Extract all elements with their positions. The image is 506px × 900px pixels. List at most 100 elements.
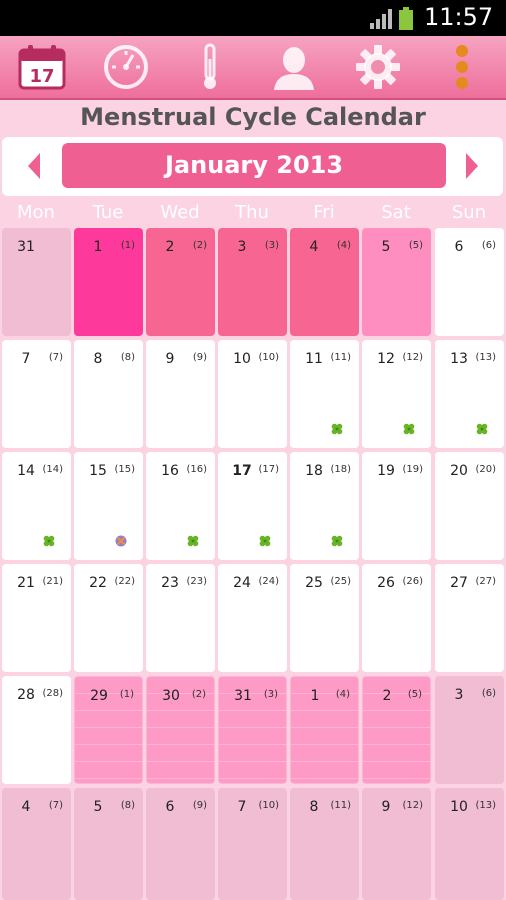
calendar-day-cell[interactable]: 26 (26) (362, 564, 431, 672)
calendar-day-cell[interactable]: 18 (18) (290, 452, 359, 560)
calendar-day-cell[interactable]: 31 (2, 228, 71, 336)
calendar-day-cell[interactable]: 2 (2) (146, 228, 215, 336)
weekday-label: Wed (160, 202, 200, 223)
calendar-day-cell[interactable]: 15 (15) (74, 452, 143, 560)
cycle-day: (25) (330, 576, 351, 587)
cycle-day: (14) (42, 464, 63, 475)
calendar-day-cell[interactable]: 8 (11) (290, 788, 359, 900)
status-time: 11:57 (424, 3, 494, 31)
calendar-day-cell[interactable]: 5 (8) (74, 788, 143, 900)
cycle-day: (21) (42, 576, 63, 587)
calendar-day-cell[interactable]: 1 (4) (290, 676, 359, 784)
cycle-day: (12) (402, 800, 423, 811)
toolbar: 17 (0, 36, 506, 100)
calendar-grid: 31 1 (1) 2 (2) 3 (3) 4 (4) 5 (5) 6 (6) 7 (7) 8 (8) 9 (9) 10… (0, 226, 506, 900)
settings-button[interactable] (336, 36, 420, 98)
cycle-day: (4) (336, 240, 351, 251)
page-title: Menstrual Cycle Calendar (80, 103, 426, 131)
calendar-day-cell[interactable]: 8 (8) (74, 340, 143, 448)
calendar-day-cell[interactable]: 16 (16) (146, 452, 215, 560)
calendar-day-cell[interactable]: 9 (12) (362, 788, 431, 900)
calendar-day-cell[interactable]: 21 (21) (2, 564, 71, 672)
weekday-header: Mon Tue Wed Thu Fri Sat Sun (0, 200, 506, 226)
cycle-day: (19) (402, 464, 423, 475)
calendar-day-cell[interactable]: 27 (27) (435, 564, 504, 672)
day-number: 3 (454, 687, 464, 703)
calendar-icon-day: 17 (29, 66, 54, 87)
cycle-day: (2) (191, 689, 206, 700)
next-month-icon[interactable] (462, 151, 482, 181)
calendar-day-cell[interactable]: 6 (9) (146, 788, 215, 900)
calendar-day-cell[interactable]: 28 (28) (2, 676, 71, 784)
calendar-day-cell[interactable]: 30 (2) (146, 676, 215, 784)
cycle-day: (5) (408, 240, 423, 251)
cycle-day: (11) (330, 800, 351, 811)
cycle-day: (24) (258, 576, 279, 587)
stopwatch-icon (104, 45, 148, 89)
profile-button[interactable] (252, 36, 336, 98)
cycle-day: (13) (475, 352, 496, 363)
calendar-day-cell[interactable]: 14 (14) (2, 452, 71, 560)
calendar-day-cell[interactable]: 31 (3) (218, 676, 287, 784)
cycle-day: (1) (119, 689, 134, 700)
cycle-day: (3) (263, 689, 278, 700)
calendar-day-cell[interactable]: 17 (17) (218, 452, 287, 560)
prev-month-icon[interactable] (24, 151, 44, 181)
day-number: 5 (381, 239, 391, 255)
calendar-day-cell[interactable]: 1 (1) (74, 228, 143, 336)
cycle-day: (10) (258, 352, 279, 363)
calendar-day-cell[interactable]: 29 (1) (74, 676, 143, 784)
calendar-day-cell[interactable]: 4 (7) (2, 788, 71, 900)
day-number: 1 (310, 688, 320, 704)
month-label[interactable]: January 2013 (62, 143, 446, 188)
overflow-menu-button[interactable] (420, 36, 504, 98)
cycle-day: (27) (475, 576, 496, 587)
weekday-label: Tue (92, 202, 124, 223)
cycle-day: (2) (192, 240, 207, 251)
calendar-day-cell[interactable]: 6 (6) (435, 228, 504, 336)
signal-icon (370, 9, 392, 29)
cycle-day: (10) (258, 800, 279, 811)
calendar-day-cell[interactable]: 20 (20) (435, 452, 504, 560)
calendar-day-cell[interactable]: 7 (7) (2, 340, 71, 448)
calendar-day-cell[interactable]: 22 (22) (74, 564, 143, 672)
day-number: 9 (165, 351, 175, 367)
cycle-day: (15) (114, 464, 135, 475)
calendar-day-cell[interactable]: 4 (4) (290, 228, 359, 336)
fertile-clover-icon (259, 532, 271, 547)
thermometer-button[interactable] (168, 36, 252, 98)
calendar-day-cell[interactable]: 3 (3) (218, 228, 287, 336)
calendar-day-cell[interactable]: 25 (25) (290, 564, 359, 672)
cycle-day: (12) (402, 352, 423, 363)
calendar-day-cell[interactable]: 23 (23) (146, 564, 215, 672)
calendar-day-cell[interactable]: 24 (24) (218, 564, 287, 672)
calendar-day-cell[interactable]: 10 (13) (435, 788, 504, 900)
calendar-day-cell[interactable]: 3 (6) (435, 676, 504, 784)
calendar-day-cell[interactable]: 11 (11) (290, 340, 359, 448)
calendar-day-cell[interactable]: 5 (5) (362, 228, 431, 336)
calendar-day-cell[interactable]: 13 (13) (435, 340, 504, 448)
cycle-day: (6) (481, 688, 496, 699)
calendar-day-cell[interactable]: 7 (10) (218, 788, 287, 900)
calendar-day-cell[interactable]: 19 (19) (362, 452, 431, 560)
day-number: 29 (90, 688, 108, 704)
cycle-day: (26) (402, 576, 423, 587)
cycle-day: (13) (475, 800, 496, 811)
cycle-day: (8) (120, 800, 135, 811)
month-selector: January 2013 (2, 137, 503, 196)
thermometer-icon (204, 43, 216, 89)
weekday-label: Sat (381, 202, 411, 223)
calendar-day-cell[interactable]: 9 (9) (146, 340, 215, 448)
ovulation-icon (115, 532, 127, 547)
fertile-clover-icon (403, 420, 415, 435)
stopwatch-button[interactable] (84, 36, 168, 98)
weekday-label: Thu (235, 202, 269, 223)
calendar-day-cell[interactable]: 12 (12) (362, 340, 431, 448)
calendar-day-cell[interactable]: 2 (5) (362, 676, 431, 784)
day-number: 6 (165, 799, 175, 815)
fertile-clover-icon (331, 532, 343, 547)
cycle-day: (11) (330, 352, 351, 363)
calendar-day-cell[interactable]: 10 (10) (218, 340, 287, 448)
calendar-button[interactable]: 17 (0, 36, 84, 98)
day-number: 31 (17, 239, 35, 255)
